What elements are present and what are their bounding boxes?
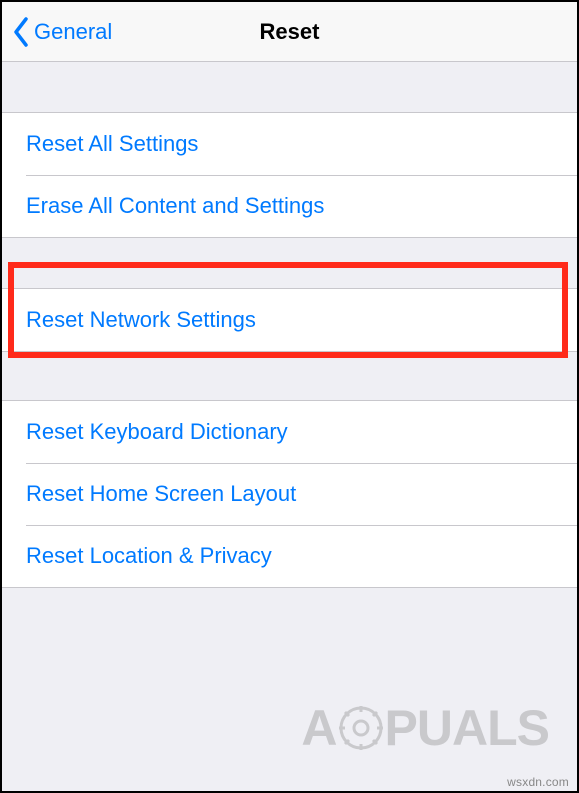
watermark-suffix: PUALS [385, 699, 549, 757]
chevron-left-icon [12, 17, 30, 47]
watermark: A PUALS [301, 693, 549, 763]
cell-label: Reset Home Screen Layout [26, 481, 296, 507]
navigation-bar: General Reset [2, 2, 577, 62]
cell-label: Reset All Settings [26, 131, 198, 157]
settings-group-1: Reset All Settings Erase All Content and… [2, 112, 577, 238]
page-title: Reset [260, 19, 320, 45]
erase-all-content-cell[interactable]: Erase All Content and Settings [2, 175, 577, 237]
reset-home-screen-layout-cell[interactable]: Reset Home Screen Layout [2, 463, 577, 525]
settings-group-3: Reset Keyboard Dictionary Reset Home Scr… [2, 400, 577, 588]
cell-label: Reset Keyboard Dictionary [26, 419, 288, 445]
cell-label: Reset Network Settings [26, 307, 256, 333]
reset-all-settings-cell[interactable]: Reset All Settings [2, 113, 577, 175]
cell-label: Reset Location & Privacy [26, 543, 272, 569]
reset-network-settings-cell[interactable]: Reset Network Settings [2, 289, 577, 351]
gear-icon [339, 706, 383, 750]
cell-label: Erase All Content and Settings [26, 193, 324, 219]
settings-group-2: Reset Network Settings [2, 288, 577, 352]
back-label: General [34, 19, 112, 45]
credit-text: wsxdn.com [507, 775, 569, 789]
reset-keyboard-dictionary-cell[interactable]: Reset Keyboard Dictionary [2, 401, 577, 463]
reset-location-privacy-cell[interactable]: Reset Location & Privacy [2, 525, 577, 587]
watermark-prefix: A [301, 699, 336, 757]
back-button[interactable]: General [2, 17, 112, 47]
